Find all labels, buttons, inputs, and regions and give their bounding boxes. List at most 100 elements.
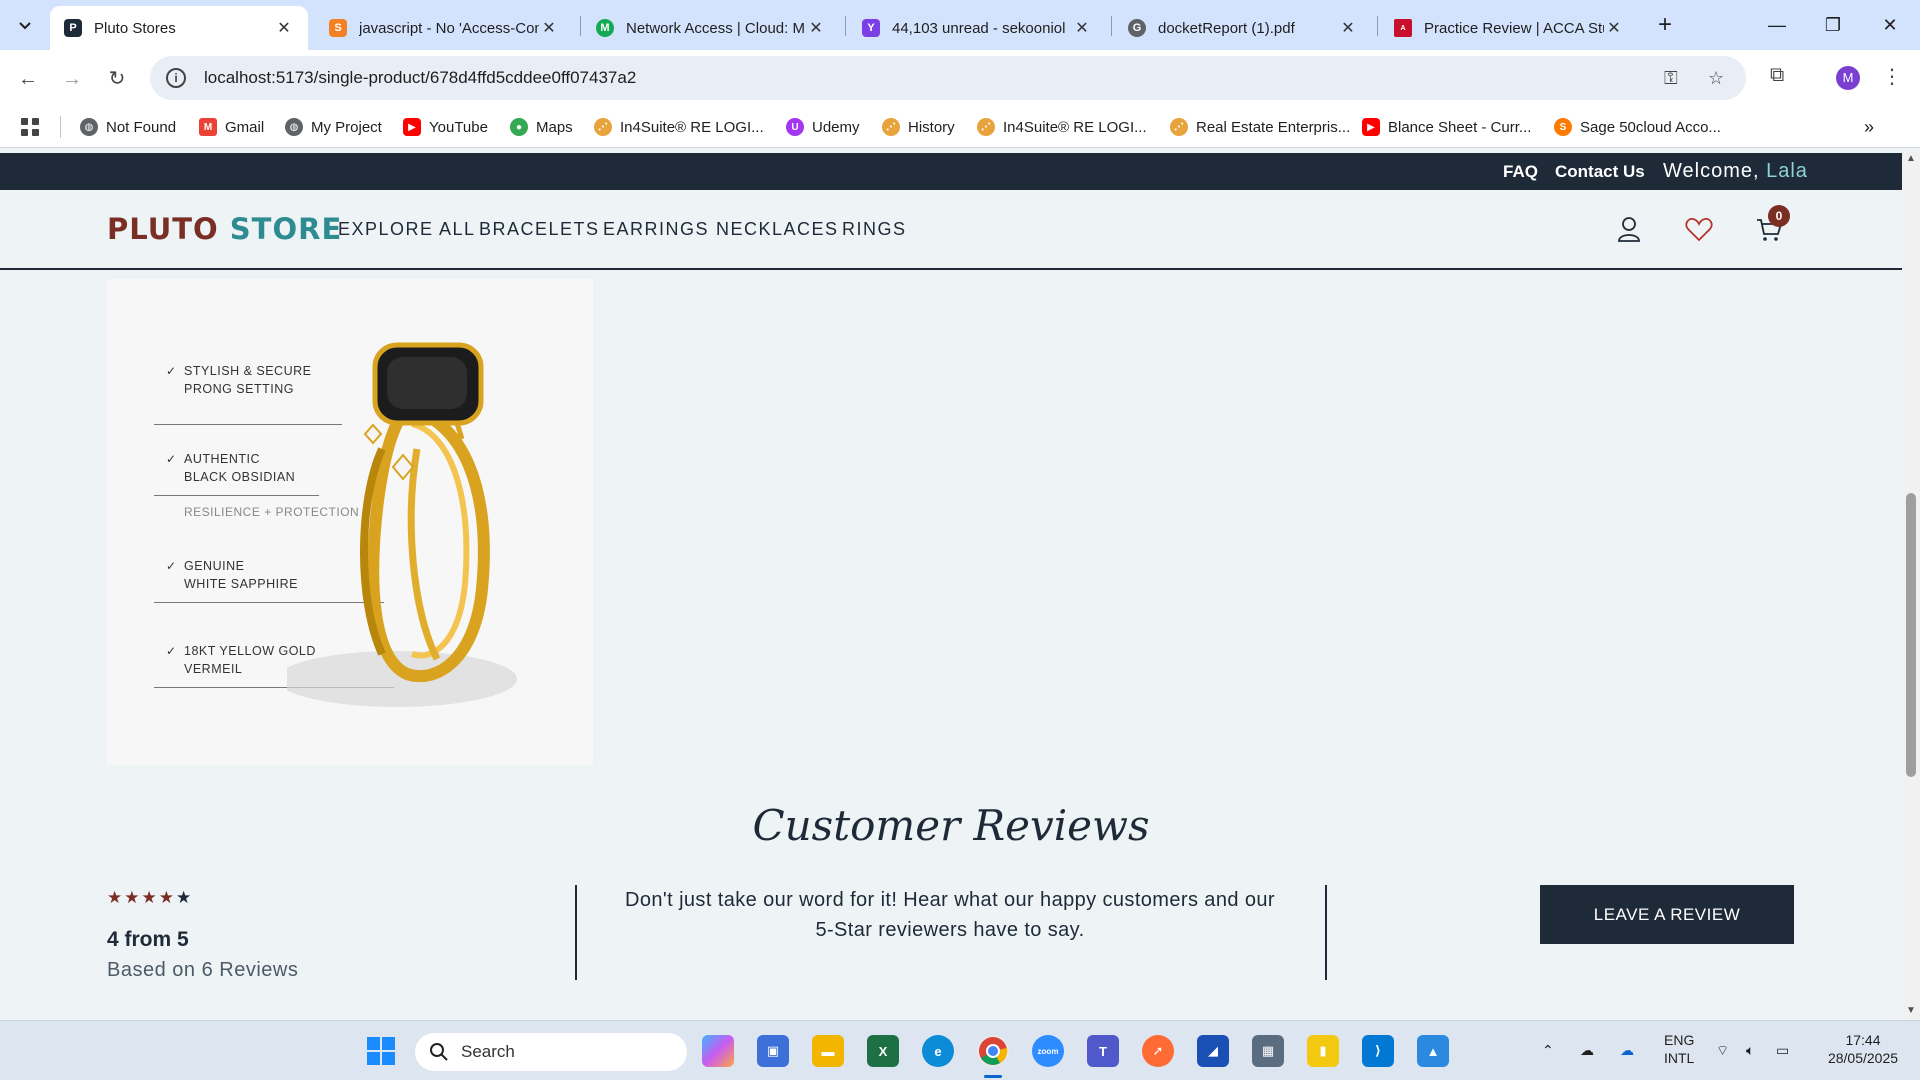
acca-favicon-icon: A xyxy=(1394,19,1412,37)
check-icon: ✓ xyxy=(166,559,177,573)
close-icon[interactable]: ✕ xyxy=(539,18,559,38)
volume-icon[interactable]: 🔈︎ xyxy=(1746,1041,1754,1059)
close-icon[interactable]: ✕ xyxy=(1604,18,1624,38)
close-icon[interactable]: ✕ xyxy=(1072,18,1092,38)
nav-necklaces[interactable]: NECKLACES xyxy=(716,219,839,240)
scroll-down-icon[interactable]: ▼ xyxy=(1906,1005,1916,1016)
tab-acca[interactable]: A Practice Review | ACCA Stu ✕ xyxy=(1380,6,1638,50)
calculator-icon[interactable]: ▦ xyxy=(1252,1035,1284,1067)
windows-start-icon[interactable] xyxy=(366,1036,396,1066)
copilot-icon[interactable] xyxy=(702,1035,734,1067)
bookmark-label: Not Found xyxy=(106,118,177,136)
bookmark-gmail[interactable]: M Gmail xyxy=(199,116,264,138)
scroll-thumb[interactable] xyxy=(1906,493,1916,777)
bookmark-maps[interactable]: ● Maps xyxy=(510,116,573,138)
bookmark-balance-sheet[interactable]: ▶ Blance Sheet - Curr... xyxy=(1362,116,1531,138)
logo-part-pluto: PLUTO xyxy=(107,212,219,246)
page-viewport: FAQ Contact Us Welcome, Lala PLUTO STORE… xyxy=(0,149,1902,1020)
nav-bracelets[interactable]: BRACELETS xyxy=(479,219,600,240)
edge-icon[interactable]: e xyxy=(922,1035,954,1067)
cart-count-badge: 0 xyxy=(1768,205,1790,227)
photos-icon[interactable]: ▲ xyxy=(1417,1035,1449,1067)
tab-title: Pluto Stores xyxy=(94,19,176,37)
tab-stackoverflow[interactable]: S javascript - No 'Access-Con ✕ xyxy=(315,6,573,50)
user-icon[interactable] xyxy=(1614,214,1644,244)
heart-icon[interactable] xyxy=(1684,214,1714,244)
nav-explore-all[interactable]: EXPLORE ALL xyxy=(338,219,476,240)
bookmark-my-project[interactable]: ◍ My Project xyxy=(285,116,382,138)
tray-overflow-icon[interactable]: ⌃ xyxy=(1542,1041,1554,1059)
close-icon[interactable]: ✕ xyxy=(1338,18,1358,38)
bookmark-label: Sage 50cloud Acco... xyxy=(1580,118,1721,136)
scroll-up-icon[interactable]: ▲ xyxy=(1906,153,1916,164)
tab-title: docketReport (1).pdf xyxy=(1158,19,1295,37)
nav-rings[interactable]: RINGS xyxy=(842,219,907,240)
bookmark-real-estate[interactable]: ⋰ Real Estate Enterpris... xyxy=(1170,116,1350,138)
postman-icon[interactable]: ➚ xyxy=(1142,1035,1174,1067)
teams-icon[interactable]: T xyxy=(1087,1035,1119,1067)
profile-avatar[interactable]: M xyxy=(1836,66,1860,90)
bookmark-star-icon[interactable]: ☆ xyxy=(1708,68,1724,89)
vscode-icon[interactable]: ⟩ xyxy=(1362,1035,1394,1067)
faq-link[interactable]: FAQ xyxy=(1503,162,1538,182)
bookmark-label: My Project xyxy=(311,118,382,136)
site-logo[interactable]: PLUTO STORE xyxy=(107,212,342,246)
document-app-icon[interactable]: ◢ xyxy=(1197,1035,1229,1067)
bookmark-label: Udemy xyxy=(812,118,860,136)
menu-kebab-icon[interactable]: ⋮ xyxy=(1882,64,1902,89)
in4suite-icon: ⋰ xyxy=(1170,118,1188,136)
tab-search-button[interactable] xyxy=(10,11,40,39)
nav-earrings[interactable]: EARRINGS xyxy=(603,219,709,240)
password-key-icon[interactable]: ⚿ xyxy=(1664,68,1678,89)
zoom-icon[interactable]: zoom xyxy=(1032,1035,1064,1067)
stackoverflow-favicon-icon: S xyxy=(329,19,347,37)
chrome-icon[interactable] xyxy=(977,1035,1009,1067)
site-info-icon[interactable]: i xyxy=(166,68,186,88)
window-close-button[interactable]: ✕ xyxy=(1865,8,1915,42)
excel-icon[interactable]: X xyxy=(867,1035,899,1067)
bookmark-udemy[interactable]: U Udemy xyxy=(786,116,860,138)
forward-button[interactable]: → xyxy=(56,63,88,95)
back-button[interactable]: ← xyxy=(12,63,44,95)
bookmark-sage[interactable]: S Sage 50cloud Acco... xyxy=(1554,116,1721,138)
wifi-icon[interactable]: ⌔ xyxy=(1716,1041,1729,1059)
restore-button[interactable]: ❐ xyxy=(1808,8,1858,42)
bookmark-divider xyxy=(60,116,61,138)
taskbar-search[interactable]: Search xyxy=(415,1033,687,1071)
minimize-button[interactable]: — xyxy=(1752,8,1802,42)
new-tab-button[interactable]: + xyxy=(1650,10,1680,40)
file-explorer-icon[interactable]: ▬ xyxy=(812,1035,844,1067)
close-icon[interactable]: ✕ xyxy=(806,18,826,38)
url-text[interactable]: localhost:5173/single-product/678d4ffd5c… xyxy=(204,68,636,88)
tab-mongodb[interactable]: M Network Access | Cloud: M ✕ xyxy=(582,6,840,50)
tab-docket-report[interactable]: G docketReport (1).pdf ✕ xyxy=(1114,6,1372,50)
bookmark-label: Maps xyxy=(536,118,573,136)
tab-pluto-stores[interactable]: P Pluto Stores ✕ xyxy=(50,6,308,50)
tab-yahoo-mail[interactable]: Y 44,103 unread - sekooniol ✕ xyxy=(848,6,1106,50)
tab-title: 44,103 unread - sekooniol xyxy=(892,19,1066,37)
reload-button[interactable]: ↻ xyxy=(101,63,133,95)
remote-desktop-icon[interactable]: ▣ xyxy=(757,1035,789,1067)
tab-separator xyxy=(845,16,846,36)
bookmark-youtube[interactable]: ▶ YouTube xyxy=(403,116,488,138)
weather-cloud-icon[interactable]: ☁ xyxy=(1580,1041,1594,1059)
maps-icon: ● xyxy=(510,118,528,136)
bookmark-history[interactable]: ⋰ History xyxy=(882,116,955,138)
bookmarks-overflow-icon[interactable]: » xyxy=(1864,116,1874,138)
leave-review-button[interactable]: LEAVE A REVIEW xyxy=(1540,885,1794,944)
close-icon[interactable]: ✕ xyxy=(274,18,294,38)
bookmark-in4suite-2[interactable]: ⋰ In4Suite® RE LOGI... xyxy=(977,116,1147,138)
battery-icon[interactable]: ▭ xyxy=(1776,1041,1789,1059)
apps-grid-icon[interactable] xyxy=(20,116,40,138)
language-indicator[interactable]: ENG INTL xyxy=(1664,1031,1694,1067)
contact-us-link[interactable]: Contact Us xyxy=(1555,162,1645,182)
bookmark-in4suite-1[interactable]: ⋰ In4Suite® RE LOGI... xyxy=(594,116,764,138)
address-bar[interactable]: i localhost:5173/single-product/678d4ffd… xyxy=(150,56,1746,100)
extensions-icon[interactable]: ⧉ xyxy=(1770,64,1784,87)
onedrive-icon[interactable]: ☁ xyxy=(1620,1041,1634,1059)
bookmark-not-found[interactable]: ◍ Not Found xyxy=(80,116,176,138)
page-scrollbar[interactable]: ▲ ▼ xyxy=(1902,149,1920,1020)
clock[interactable]: 17:44 28/05/2025 xyxy=(1818,1031,1908,1067)
power-bi-icon[interactable]: ▮ xyxy=(1307,1035,1339,1067)
tab-separator xyxy=(1377,16,1378,36)
